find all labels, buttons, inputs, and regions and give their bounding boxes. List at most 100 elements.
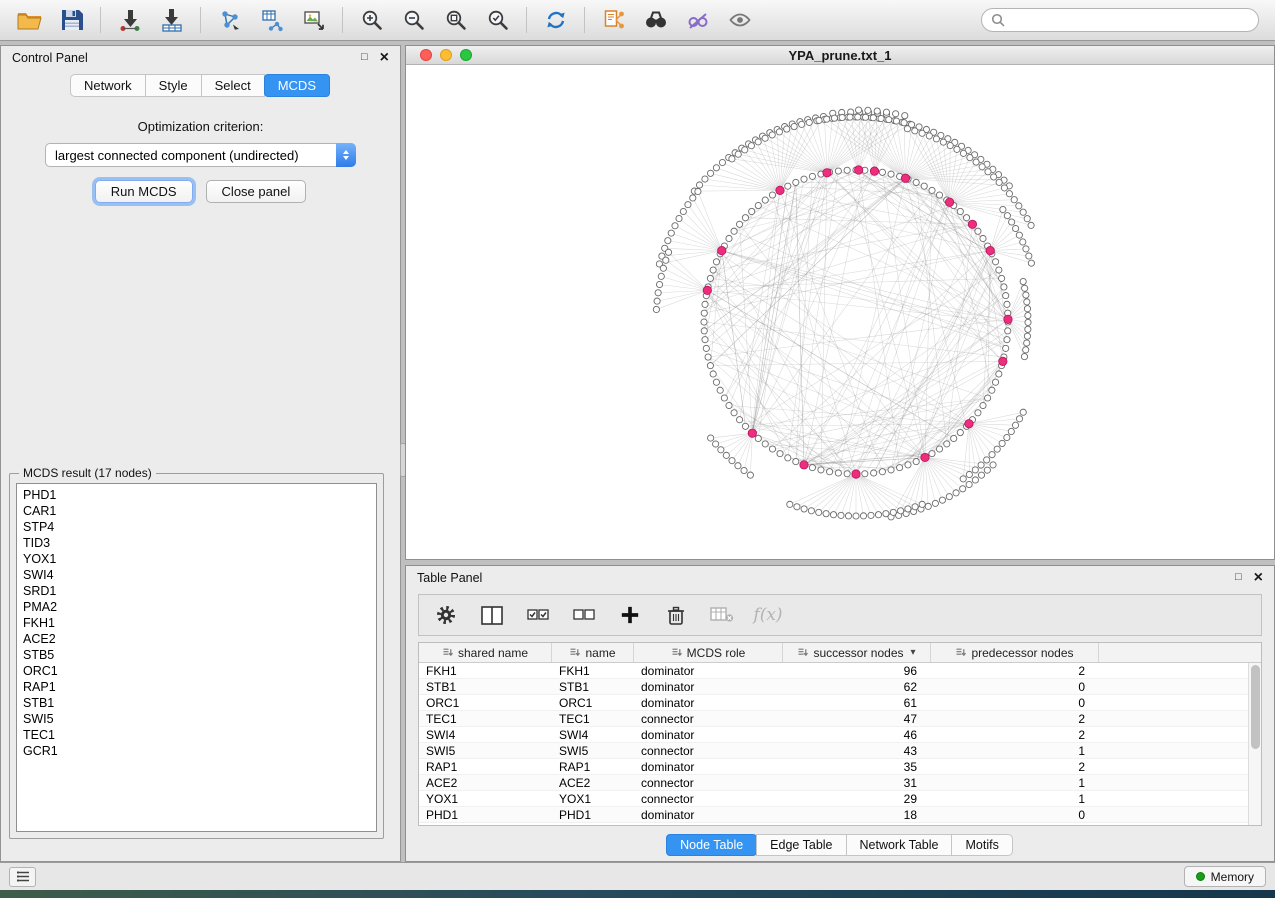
save-icon (61, 9, 83, 31)
tab-edge-table[interactable]: Edge Table (756, 834, 846, 856)
column-header-MCDS-role[interactable]: MCDS role (634, 643, 783, 662)
network-nodes[interactable] (653, 107, 1034, 520)
table-row[interactable]: SWI5SWI5connector431 (419, 743, 1248, 759)
tab-node-table[interactable]: Node Table (666, 834, 757, 856)
zoom-fit-button[interactable] (436, 4, 475, 36)
open-session-button[interactable] (10, 4, 49, 36)
tab-mcds[interactable]: MCDS (264, 74, 330, 97)
zoom-in-button[interactable] (352, 4, 391, 36)
table-row[interactable]: ACE2ACE2connector311 (419, 775, 1248, 791)
table-row[interactable]: TEC1TEC1connector472 (419, 711, 1248, 727)
delete-table-button[interactable] (709, 602, 735, 628)
mcds-result-item[interactable]: STB5 (23, 647, 376, 663)
float-panel-icon[interactable]: □ (361, 52, 368, 63)
mcds-result-item[interactable]: PMA2 (23, 599, 376, 615)
save-session-button[interactable] (52, 4, 91, 36)
tab-network[interactable]: Network (70, 74, 146, 97)
show-all-button[interactable] (720, 4, 759, 36)
mcds-result-item[interactable]: SWI4 (23, 567, 376, 583)
show-columns-button[interactable] (479, 602, 505, 628)
memory-label: Memory (1211, 870, 1254, 884)
window-minimize-icon[interactable] (440, 49, 452, 61)
table-cell: 1 (931, 776, 1099, 790)
network-graph[interactable] (406, 65, 1274, 559)
table-row[interactable]: SWI4SWI4dominator462 (419, 727, 1248, 743)
table-settings-button[interactable] (433, 602, 459, 628)
mcds-result-item[interactable]: SWI5 (23, 711, 376, 727)
table-row[interactable]: YOX1YOX1connector291 (419, 791, 1248, 807)
mcds-result-item[interactable]: GCR1 (23, 743, 376, 759)
close-panel-icon[interactable]: × (380, 50, 389, 66)
zoom-selected-button[interactable] (478, 4, 517, 36)
mcds-result-fieldset: MCDS result (17 nodes) PHD1CAR1STP4TID3Y… (9, 466, 384, 839)
mcds-result-item[interactable]: TEC1 (23, 727, 376, 743)
select-all-columns-button[interactable] (525, 602, 551, 628)
table-cell: FKH1 (419, 664, 552, 678)
column-header-label: successor nodes (813, 646, 903, 660)
table-row[interactable]: STB1STB1dominator620 (419, 679, 1248, 695)
create-column-button[interactable] (617, 602, 643, 628)
scrollbar-thumb[interactable] (1251, 665, 1260, 749)
search-input[interactable] (1011, 13, 1249, 27)
table-panel: Table Panel □ × (405, 565, 1275, 862)
tab-motifs[interactable]: Motifs (951, 834, 1012, 856)
tab-network-table[interactable]: Network Table (846, 834, 953, 856)
mcds-result-item[interactable]: YOX1 (23, 551, 376, 567)
criterion-select[interactable]: largest connected component (undirected) (45, 143, 356, 167)
table-row[interactable]: RAP1RAP1dominator352 (419, 759, 1248, 775)
close-panel-icon[interactable]: × (1254, 570, 1263, 586)
mcds-result-item[interactable]: ORC1 (23, 663, 376, 679)
table-scrollbar[interactable] (1248, 663, 1261, 825)
hide-selected-button[interactable] (678, 4, 717, 36)
new-network-button[interactable] (210, 4, 249, 36)
table-row[interactable]: FKH1FKH1dominator962 (419, 663, 1248, 679)
float-panel-icon[interactable]: □ (1235, 572, 1242, 583)
column-sort-icon (671, 647, 682, 658)
table-row[interactable]: PHD1PHD1dominator180 (419, 807, 1248, 823)
mcds-result-item[interactable]: STP4 (23, 519, 376, 535)
network-view-frame: YPA_prune.txt_1 (405, 45, 1275, 560)
mcds-result-list[interactable]: PHD1CAR1STP4TID3YOX1SWI4SRD1PMA2FKH1ACE2… (16, 483, 377, 832)
status-menu-button[interactable] (9, 867, 36, 887)
network-from-table-button[interactable] (252, 4, 291, 36)
mcds-result-item[interactable]: ACE2 (23, 631, 376, 647)
memory-button[interactable]: Memory (1184, 866, 1266, 887)
close-panel-button[interactable]: Close panel (206, 180, 307, 203)
zoom-out-button[interactable] (394, 4, 433, 36)
mcds-result-item[interactable]: TID3 (23, 535, 376, 551)
network-canvas[interactable] (406, 65, 1274, 559)
column-header-name[interactable]: name (552, 643, 634, 662)
optimization-criterion-label: Optimization criterion: (1, 119, 400, 134)
table-cell: ORC1 (419, 696, 552, 710)
tab-select[interactable]: Select (201, 74, 265, 97)
control-panel: Control Panel □ × NetworkStyleSelectMCDS… (0, 45, 401, 862)
unselect-all-columns-button[interactable] (571, 602, 597, 628)
mcds-result-item[interactable]: RAP1 (23, 679, 376, 695)
column-header-successor-nodes[interactable]: successor nodes▾ (783, 643, 931, 662)
mcds-result-item[interactable]: SRD1 (23, 583, 376, 599)
select-stepper[interactable] (336, 143, 356, 167)
search-network-button[interactable] (636, 4, 675, 36)
import-table-from-file-button[interactable] (152, 4, 191, 36)
refresh-button[interactable] (536, 4, 575, 36)
delete-table-icon (710, 605, 734, 625)
mcds-result-item[interactable]: PHD1 (23, 487, 376, 503)
delete-column-button[interactable] (663, 602, 689, 628)
clone-network-button[interactable] (594, 4, 633, 36)
binoculars-icon (644, 8, 668, 32)
table-cell: connector (634, 792, 783, 806)
function-builder-button[interactable]: f(x) (755, 602, 781, 628)
column-header-predecessor-nodes[interactable]: predecessor nodes (931, 643, 1099, 662)
mcds-result-item[interactable]: CAR1 (23, 503, 376, 519)
network-view-titlebar[interactable]: YPA_prune.txt_1 (406, 46, 1274, 65)
mcds-result-item[interactable]: FKH1 (23, 615, 376, 631)
mcds-result-item[interactable]: STB1 (23, 695, 376, 711)
export-image-button[interactable] (294, 4, 333, 36)
import-network-from-file-button[interactable] (110, 4, 149, 36)
window-maximize-icon[interactable] (460, 49, 472, 61)
tab-style[interactable]: Style (145, 74, 202, 97)
column-header-shared-name[interactable]: shared name (419, 643, 552, 662)
table-row[interactable]: ORC1ORC1dominator610 (419, 695, 1248, 711)
window-close-icon[interactable] (420, 49, 432, 61)
run-mcds-button[interactable]: Run MCDS (95, 180, 193, 203)
